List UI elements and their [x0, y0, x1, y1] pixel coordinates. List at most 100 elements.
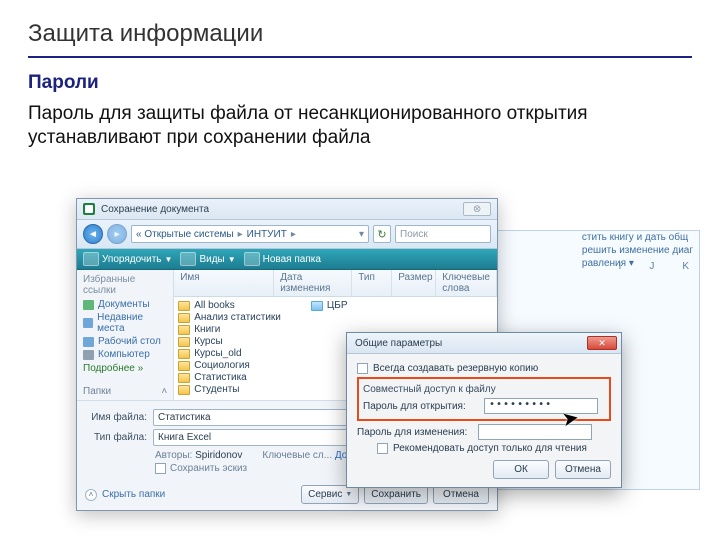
- list-item[interactable]: ЦБР: [311, 300, 348, 311]
- list-item[interactable]: Социология: [178, 360, 281, 371]
- sidebar-item-label: Компьютер: [98, 349, 150, 360]
- col-label: K: [682, 261, 689, 272]
- recent-icon: [83, 318, 93, 328]
- slide-title: Защита информации: [28, 20, 692, 48]
- col-type[interactable]: Тип: [352, 270, 392, 296]
- col-name[interactable]: Имя: [174, 270, 274, 296]
- cancel-button[interactable]: Отмена: [555, 460, 611, 479]
- close-button[interactable]: ⮾: [463, 202, 491, 216]
- list-item[interactable]: Студенты: [178, 384, 281, 395]
- col-label: I: [619, 261, 622, 272]
- more-link[interactable]: Подробнее »: [83, 363, 167, 374]
- address-bar: ◄ ▸ « Открытые системы ▸ ИНТУИТ ▸ ▾ ↻ По…: [77, 220, 497, 249]
- sidebar-item-documents[interactable]: Документы: [83, 299, 167, 310]
- computer-icon: [83, 350, 94, 360]
- list-item[interactable]: Статистика: [178, 372, 281, 383]
- divider: [28, 56, 692, 58]
- filename-input[interactable]: Статистика: [153, 409, 363, 426]
- new-folder-icon: [244, 252, 260, 266]
- item-label: All books: [194, 300, 235, 311]
- hide-folders-label: Скрыть папки: [102, 489, 165, 500]
- documents-icon: [83, 300, 94, 310]
- organize-label: Упорядочить: [102, 254, 162, 265]
- close-button[interactable]: ✕: [587, 336, 617, 350]
- search-input[interactable]: Поиск: [395, 225, 491, 243]
- sidebar-item-recent[interactable]: Недавние места: [83, 312, 167, 334]
- nav-back-button[interactable]: ◄: [83, 224, 103, 244]
- readonly-checkbox[interactable]: Рекомендовать доступ только для чтения: [377, 443, 611, 454]
- filetype-label: Тип файла:: [85, 432, 147, 443]
- new-folder-button[interactable]: Новая папка: [244, 252, 321, 266]
- backup-checkbox[interactable]: Всегда создавать резервную копию: [357, 363, 611, 374]
- general-options-dialog: Общие параметры ✕ Всегда создавать резер…: [346, 332, 622, 488]
- dialog-titlebar[interactable]: Общие параметры ✕: [347, 333, 621, 354]
- folder-icon: [178, 301, 190, 311]
- dialog-titlebar[interactable]: Сохранение документа ⮾: [77, 199, 497, 220]
- column-headers[interactable]: Имя Дата изменения Тип Размер Ключевые с…: [174, 270, 497, 297]
- checkbox-label: Всегда создавать резервную копию: [373, 363, 538, 374]
- file-sharing-group-highlight: Совместный доступ к файлу Пароль для отк…: [357, 377, 611, 421]
- explorer-toolbar: Упорядочить ▼ Виды ▼ Новая папка: [77, 249, 497, 270]
- col-keywords[interactable]: Ключевые слова: [436, 270, 497, 296]
- sidebar-item-label: Рабочий стол: [98, 336, 161, 347]
- item-label: Социология: [194, 360, 250, 371]
- body-paragraph: Пароль для защиты файла от несанкциониро…: [28, 102, 692, 150]
- list-item[interactable]: Курсы_old: [178, 348, 281, 359]
- sidebar-item-label: Документы: [98, 299, 150, 310]
- col-date[interactable]: Дата изменения: [274, 270, 352, 296]
- new-folder-label: Новая папка: [263, 254, 321, 265]
- item-label: Студенты: [194, 384, 239, 395]
- filetype-value: Книга Excel: [158, 432, 211, 443]
- folder-icon: [178, 325, 190, 335]
- sidebar-item-computer[interactable]: Компьютер: [83, 349, 167, 360]
- authors-label: Авторы:: [155, 450, 192, 461]
- folders-header[interactable]: Папки ˄: [83, 382, 167, 397]
- chevron-down-icon: ▼: [228, 255, 236, 264]
- modify-password-label: Пароль для изменения:: [357, 427, 473, 438]
- dialog-title: Общие параметры: [355, 338, 442, 349]
- ok-button[interactable]: ОК: [493, 460, 549, 479]
- sidebar-item-desktop[interactable]: Рабочий стол: [83, 336, 167, 347]
- views-menu[interactable]: Виды ▼: [180, 252, 235, 266]
- refresh-button[interactable]: ↻: [373, 225, 391, 243]
- item-label: Курсы_old: [194, 348, 241, 359]
- list-item[interactable]: All books: [178, 300, 281, 311]
- list-item[interactable]: Книги: [178, 324, 281, 335]
- breadcrumb[interactable]: « Открытые системы ▸ ИНТУИТ ▸ ▾: [131, 225, 369, 243]
- folder-icon: [178, 349, 190, 359]
- search-placeholder: Поиск: [400, 229, 428, 240]
- crumb-segment[interactable]: ИНТУИТ: [247, 229, 287, 240]
- modify-password-input[interactable]: [478, 424, 592, 440]
- checkbox-icon: [155, 463, 166, 474]
- dialog-title: Сохранение документа: [101, 204, 209, 215]
- favorites-header: Избранные ссылки: [83, 274, 167, 296]
- ribbon-hint-line: решить изменение диаг: [582, 244, 693, 257]
- folder-icon: [178, 361, 190, 371]
- crumb-segment[interactable]: « Открытые системы: [136, 229, 234, 240]
- nav-forward-button[interactable]: ▸: [107, 224, 127, 244]
- folders-label: Папки: [83, 386, 111, 397]
- authors-value[interactable]: Spiridonov: [195, 450, 242, 461]
- item-label: Курсы: [194, 336, 222, 347]
- shared-folder-icon: [311, 301, 323, 311]
- list-item[interactable]: Анализ статистики: [178, 312, 281, 323]
- filetype-combo[interactable]: Книга Excel ▼: [153, 429, 363, 446]
- hide-folders-button[interactable]: ˄ Скрыть папки: [85, 489, 165, 501]
- list-item[interactable]: Курсы: [178, 336, 281, 347]
- ribbon-hint-line: стить книгу и дать общ: [582, 231, 693, 244]
- checkbox-icon: [377, 443, 388, 454]
- item-label: ЦБР: [327, 300, 348, 311]
- open-password-input[interactable]: •••••••••: [484, 398, 598, 414]
- checkbox-label: Рекомендовать доступ только для чтения: [393, 443, 587, 454]
- chevron-right-icon: ▸: [238, 229, 243, 240]
- organize-icon: [83, 252, 99, 266]
- col-size[interactable]: Размер: [392, 270, 436, 296]
- history-dropdown-icon[interactable]: ▾: [359, 229, 364, 240]
- tools-label: Сервис: [308, 489, 342, 500]
- chevron-down-icon: ▼: [165, 255, 173, 264]
- organize-menu[interactable]: Упорядочить ▼: [83, 252, 172, 266]
- desktop-icon: [83, 337, 94, 347]
- folder-icon: [178, 385, 190, 395]
- open-password-label: Пароль для открытия:: [363, 401, 479, 412]
- section-heading: Пароли: [28, 72, 692, 94]
